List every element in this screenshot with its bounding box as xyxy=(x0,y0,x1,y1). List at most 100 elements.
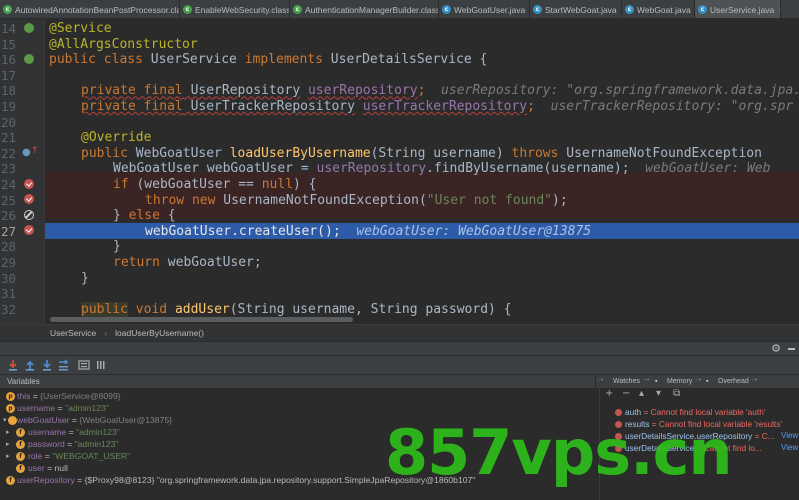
move-down-button[interactable]: ▾ xyxy=(656,388,661,399)
string-literal: "User not found" xyxy=(426,192,553,208)
horizontal-scrollbar[interactable] xyxy=(50,317,353,322)
code-content[interactable]: @Service @AllArgsConstructor public clas… xyxy=(45,19,799,324)
overhead-icon: ▪ xyxy=(706,378,709,385)
breakpoint-icon[interactable] xyxy=(24,179,34,189)
breadcrumb-method[interactable]: loadUserByUsername() xyxy=(115,328,204,338)
method-name: addUser xyxy=(174,301,230,317)
restore-icon[interactable]: ⁻* xyxy=(643,375,649,389)
type-name: UserTrackerRepository xyxy=(182,99,355,114)
keyword: throws xyxy=(511,145,559,161)
variable-text: user = null xyxy=(28,463,68,473)
breadcrumb: UserService › loadUserByUsername() xyxy=(0,324,799,341)
code-line: public class UserService implements User… xyxy=(49,52,487,68)
restore-icon[interactable]: ⁻* xyxy=(597,375,603,389)
expand-icon[interactable]: ▸ xyxy=(6,438,14,450)
line-number: 22 xyxy=(0,145,16,161)
code-text: } xyxy=(113,239,121,255)
variable-value: "admin123" xyxy=(76,427,120,437)
tab-label: WebGoat.java xyxy=(637,4,691,15)
tab-autowired-annotation[interactable]: c AutowiredAnnotationBeanPostProcessor.c… xyxy=(0,0,180,18)
line-number: 32 xyxy=(0,301,16,317)
muted-breakpoint-icon[interactable] xyxy=(24,210,34,220)
tab-label: AutowiredAnnotationBeanPostProcessor.cla… xyxy=(15,4,180,15)
class-name: UserService xyxy=(142,52,245,68)
code-line: } xyxy=(113,239,121,255)
step-over-icon[interactable] xyxy=(6,358,20,372)
field-name: userRepository xyxy=(316,161,427,177)
field-icon: f xyxy=(16,451,25,461)
line-number: 24 xyxy=(0,177,16,192)
field-name: userTrackerRepository xyxy=(362,99,528,114)
remove-watch-button[interactable]: − xyxy=(622,388,630,399)
restore-icon[interactable]: ⁻* xyxy=(695,375,701,389)
gear-icon[interactable]: ⚙ xyxy=(771,342,781,355)
force-step-into-icon[interactable] xyxy=(40,358,54,372)
breadcrumb-class[interactable]: UserService xyxy=(50,328,96,338)
method-name: loadUserByUsername xyxy=(229,145,371,161)
tab-label: EnableWebSecurity.class xyxy=(195,4,290,15)
punctuation: ; xyxy=(417,83,426,99)
tab-user-service[interactable]: c UserService.java × xyxy=(695,0,781,18)
step-out-icon[interactable] xyxy=(57,358,71,372)
keyword: public xyxy=(81,145,128,161)
parameter-icon: p xyxy=(6,403,15,413)
keyword: throw new xyxy=(145,192,216,208)
memory-icon: ▪ xyxy=(655,378,658,385)
variable-value: null xyxy=(54,463,68,473)
keyword: void xyxy=(135,301,168,317)
more-icon[interactable] xyxy=(94,358,108,372)
duplicate-watch-button[interactable]: ⧉ xyxy=(673,388,680,399)
tab-overhead[interactable]: Overhead xyxy=(718,375,749,389)
expand-icon[interactable]: ▸ xyxy=(6,426,14,438)
override-arrow-icon[interactable]: ↑ xyxy=(31,146,39,156)
code-editor[interactable]: 14 15 16 17 18 19 20 21 22 23 24 25 26 2… xyxy=(0,19,799,324)
move-up-button[interactable]: ▴ xyxy=(639,388,644,399)
tab-memory[interactable]: Memory xyxy=(667,375,692,389)
inline-value-hint: userTrackerRepository: "org.spr xyxy=(550,99,794,114)
breakpoint-icon[interactable] xyxy=(24,194,34,204)
code-text: (String username, String password) { xyxy=(229,301,512,317)
spring-bean-icon[interactable] xyxy=(24,23,34,33)
tab-webgoat-user[interactable]: c WebGoatUser.java × xyxy=(439,0,530,18)
close-icon[interactable]: × xyxy=(778,5,780,14)
spring-bean-icon[interactable] xyxy=(24,54,34,64)
code-line: private final UserRepository userReposit… xyxy=(81,83,799,99)
tab-start-webgoat[interactable]: c StartWebGoat.java × xyxy=(530,0,622,18)
restore-icon[interactable]: ⁻* xyxy=(751,375,757,389)
java-class-icon: c xyxy=(625,5,634,14)
minimize-icon[interactable] xyxy=(788,348,795,350)
annotation: @Service xyxy=(49,21,112,36)
tab-enable-web-security[interactable]: c EnableWebSecurity.class × xyxy=(180,0,290,18)
field-icon: f xyxy=(6,475,15,485)
keyword: private final xyxy=(81,83,183,99)
evaluate-expression-icon[interactable] xyxy=(77,358,91,372)
tab-label: AuthenticationManagerBuilder.class xyxy=(305,4,439,15)
breakpoint-icon[interactable] xyxy=(24,225,34,235)
breadcrumb-separator: › xyxy=(104,328,108,338)
code-line: if (webGoatUser == null) { xyxy=(113,177,317,193)
line-number: 15 xyxy=(0,36,16,52)
view-link[interactable]: View xyxy=(781,442,798,454)
code-line-current: webGoatUser.createUser(); webGoatUser: W… xyxy=(145,224,591,240)
field-name: userRepository xyxy=(307,83,418,99)
add-watch-button[interactable]: + xyxy=(605,388,613,399)
tab-webgoat[interactable]: c WebGoat.java × xyxy=(622,0,695,18)
editor-tab-bar: c AutowiredAnnotationBeanPostProcessor.c… xyxy=(0,0,799,19)
variable-row[interactable]: p this = {UserService@8099} xyxy=(0,390,595,402)
expand-icon[interactable]: ▸ xyxy=(6,450,14,462)
implementing-method-icon[interactable]: ● xyxy=(22,147,31,158)
watch-message: = C... xyxy=(752,431,775,441)
tab-authentication-manager-builder[interactable]: c AuthenticationManagerBuilder.class × xyxy=(290,0,439,18)
variable-name: role xyxy=(28,451,43,461)
tab-watches[interactable]: Watches xyxy=(613,375,640,389)
view-link[interactable]: View xyxy=(781,430,798,442)
punctuation: ; xyxy=(527,99,535,114)
keyword: null xyxy=(261,177,294,192)
code-line: } else { xyxy=(113,208,176,224)
variable-text: role = "WEBGOAT_USER" xyxy=(28,451,131,461)
step-into-icon[interactable] xyxy=(23,358,37,372)
line-number: 28 xyxy=(0,239,16,255)
code-text: { xyxy=(159,208,176,224)
tab-label: UserService.java xyxy=(710,4,775,15)
code-text: webGoatUser; xyxy=(159,255,262,270)
